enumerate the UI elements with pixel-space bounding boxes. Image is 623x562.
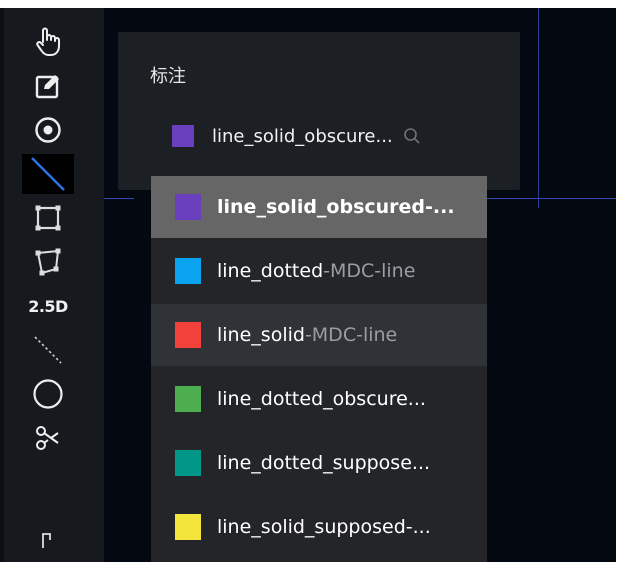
target-point-icon (35, 117, 61, 143)
label-option[interactable]: line_solid_supposed-... (151, 496, 487, 558)
point-tool-button[interactable] (22, 110, 74, 150)
cuboid-tool-label: 2.5D (28, 296, 68, 316)
label-option[interactable]: line_dotted_obscure... (151, 368, 487, 430)
current-label-select[interactable]: line_solid_obscure... (172, 122, 472, 150)
dashed-line-icon (34, 336, 62, 364)
label-option[interactable]: line_solid_obscured-... (151, 176, 487, 238)
label-option-name: line_dotted (217, 260, 324, 282)
circle-icon (33, 379, 63, 409)
label-option[interactable]: line_dotted -MDC-line (151, 240, 487, 302)
dashed-line-tool-button[interactable] (22, 330, 74, 370)
label-option-color-swatch (175, 514, 201, 540)
label-option[interactable]: line_dotted_suppose... (151, 432, 487, 494)
label-popover: 标注 line_solid_obscure... (118, 32, 520, 190)
annotation-line-segment[interactable] (484, 198, 616, 199)
label-option-color-swatch (175, 450, 201, 476)
line-tool-button[interactable] (22, 154, 74, 194)
label-option-name: line_solid_supposed-... (217, 516, 431, 538)
scissors-icon (36, 426, 59, 450)
label-option-color-swatch (175, 322, 201, 348)
label-option-suffix: -MDC-line (323, 260, 416, 282)
label-option-name: line_solid (217, 324, 305, 346)
more-tool-button[interactable] (22, 520, 74, 562)
circle-tool-button[interactable] (22, 374, 74, 414)
label-option-color-swatch (175, 386, 201, 412)
annotation-line-segment[interactable] (104, 198, 134, 199)
label-option-name: line_solid_obscured-... (217, 196, 455, 218)
label-option-name: line_dotted_obscure... (217, 388, 426, 410)
cuboid-tool-button[interactable]: 2.5D (22, 286, 74, 326)
label-option-color-swatch (175, 258, 201, 284)
label-option-suffix: -MDC-line (304, 324, 398, 346)
tool-sidebar: 2.5D (0, 8, 104, 562)
annotation-vertical-line[interactable] (538, 8, 539, 208)
edit-icon (35, 75, 59, 99)
label-panel-title: 标注 (150, 66, 186, 87)
edit-tool-button[interactable] (22, 66, 74, 106)
annotation-app: 2.5D 标注 line_solid_obscure... line_solid… (0, 8, 616, 562)
current-label-text: line_solid_obscure... (212, 125, 393, 147)
label-option-color-swatch (175, 194, 201, 220)
rectangle-tool-button[interactable] (22, 198, 74, 238)
polygon-tool-button[interactable] (22, 242, 74, 282)
hand-icon (36, 27, 60, 56)
bracket-icon (42, 533, 51, 548)
line-icon (31, 157, 65, 191)
label-option[interactable]: line_solid -MDC-line (151, 304, 487, 366)
rectangle-icon (35, 205, 61, 231)
label-option-name: line_dotted_suppose... (217, 452, 431, 474)
pan-tool-button[interactable] (22, 22, 74, 62)
label-options-dropdown: line_solid_obscured-... line_dotted -MDC… (151, 176, 487, 562)
current-label-color-swatch (172, 125, 194, 147)
cut-tool-button[interactable] (22, 418, 74, 458)
search-icon[interactable] (403, 127, 421, 145)
polygon-icon (35, 248, 61, 276)
